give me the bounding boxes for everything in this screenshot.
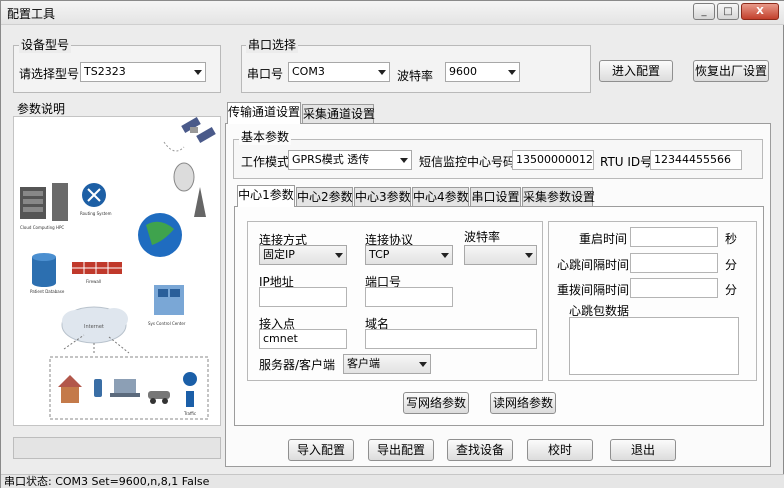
conn-mode-value: 固定IP	[263, 248, 295, 261]
chevron-down-icon	[508, 70, 516, 75]
read-network-params-button[interactable]: 读网络参数	[490, 392, 556, 414]
diagram-label-hpc: HPC	[56, 225, 64, 230]
serial-port-group-label: 串口选择	[246, 36, 299, 53]
model-select-label: 请选择型号	[19, 67, 80, 81]
chevron-down-icon	[525, 253, 533, 258]
sms-center-input[interactable]: 13500000012	[512, 150, 594, 170]
server-client-value: 客户端	[347, 357, 380, 370]
baud-select[interactable]: 9600	[445, 62, 520, 82]
redial-label: 重拨间隔时间	[557, 283, 630, 297]
title-bar: 配置工具 _ □ X	[1, 1, 784, 25]
diagram-label-internet: Internet	[84, 324, 104, 330]
window-title: 配置工具	[7, 7, 56, 21]
heartbeat-unit: 分	[725, 258, 738, 272]
chevron-down-icon	[194, 70, 202, 75]
server-client-select[interactable]: 客户端	[343, 354, 431, 374]
tab-serial-settings[interactable]: 串口设置	[470, 187, 521, 207]
diagram-label-traffic: Traffic	[183, 411, 196, 416]
satellite-icon	[181, 117, 216, 143]
model-select-value: TS2323	[84, 65, 126, 78]
server-client-label: 服务器/客户端	[259, 358, 336, 372]
work-mode-select[interactable]: GPRS模式 透传	[288, 150, 412, 170]
model-select[interactable]: TS2323	[80, 62, 206, 82]
chevron-down-icon	[419, 362, 427, 367]
enter-config-button[interactable]: 进入配置	[599, 60, 673, 82]
diagram-label-firewall: Firewall	[86, 279, 101, 284]
restart-label: 重启时间	[579, 232, 628, 246]
heartbeat-data-input[interactable]	[569, 317, 739, 375]
antenna-tower-icon	[173, 162, 206, 217]
config-tool-window: 配置工具 _ □ X 设备型号 请选择型号 TS2323 串口选择 串口号 CO…	[0, 0, 784, 488]
firewall-icon	[72, 262, 122, 274]
laptop-icon	[110, 379, 140, 397]
import-config-button[interactable]: 导入配置	[288, 439, 354, 461]
chevron-down-icon	[378, 70, 386, 75]
device-model-group-label: 设备型号	[19, 36, 72, 53]
redial-input[interactable]	[630, 278, 718, 298]
port-select-value: COM3	[292, 65, 325, 78]
factory-reset-button[interactable]: 恢复出厂设置	[693, 60, 769, 82]
car-icon	[148, 391, 170, 404]
apn-input[interactable]: cmnet	[259, 329, 347, 349]
control-center-icon	[154, 285, 184, 315]
port-label: 串口号	[247, 67, 284, 81]
diagram-label-control: Sys Control Center	[148, 321, 186, 326]
maximize-button[interactable]: □	[717, 3, 739, 20]
restart-unit: 秒	[725, 232, 738, 246]
network-diagram-illustration: Cloud Computing HPC Routing System Patie…	[20, 117, 216, 420]
chevron-down-icon	[335, 253, 343, 258]
network-diagram: Cloud Computing HPC Routing System Patie…	[13, 116, 221, 426]
rtu-id-input[interactable]: 12344455566	[650, 150, 742, 170]
params-desc-label: 参数说明	[17, 102, 66, 116]
tab-center1[interactable]: 中心1参数	[237, 185, 295, 207]
conn-mode-select[interactable]: 固定IP	[259, 245, 347, 265]
baud-select-value: 9600	[449, 65, 477, 78]
status-bar: 串口状态: COM3 Set=9600,n,8,1 False	[1, 474, 784, 488]
chevron-down-icon	[441, 253, 449, 258]
sms-center-label: 短信监控中心号码	[419, 155, 516, 169]
restart-input[interactable]	[630, 227, 718, 247]
basic-params-label: 基本参数	[239, 128, 292, 145]
tab-transmission-channel[interactable]: 传输通道设置	[227, 102, 301, 124]
diagram-label-cloud: Cloud Computing	[20, 225, 55, 230]
export-config-button[interactable]: 导出配置	[368, 439, 434, 461]
protocol-select[interactable]: TCP	[365, 245, 453, 265]
globe-icon	[138, 213, 182, 257]
find-device-button[interactable]: 查找设备	[447, 439, 513, 461]
work-mode-value: GPRS模式 透传	[292, 153, 370, 166]
tab-collection-params[interactable]: 采集参数设置	[522, 187, 595, 207]
tab-center4[interactable]: 中心4参数	[412, 187, 469, 207]
center-baud-select[interactable]	[464, 245, 537, 265]
write-network-params-button[interactable]: 写网络参数	[403, 392, 469, 414]
chevron-down-icon	[400, 158, 408, 163]
house-icon	[58, 375, 82, 403]
traffic-sign-icon	[183, 372, 197, 407]
redial-unit: 分	[725, 283, 738, 297]
heartbeat-input[interactable]	[630, 253, 718, 273]
diagram-label-patient: Patient Database	[30, 289, 65, 294]
phone-icon	[94, 379, 102, 397]
router-icon	[82, 183, 106, 207]
close-button[interactable]: X	[741, 3, 779, 20]
work-mode-label: 工作模式	[241, 155, 290, 169]
center-baud-label: 波特率	[464, 230, 501, 244]
baud-label: 波特率	[397, 69, 434, 83]
heartbeat-label: 心跳间隔时间	[557, 258, 630, 272]
tab-center2[interactable]: 中心2参数	[296, 187, 353, 207]
domain-input[interactable]	[365, 329, 537, 349]
exit-button[interactable]: 退出	[610, 439, 676, 461]
diagram-label-routing: Routing System	[80, 211, 112, 216]
tab-collection-channel[interactable]: 采集通道设置	[302, 104, 375, 124]
port-number-input[interactable]	[365, 287, 453, 307]
minimize-button[interactable]: _	[693, 3, 715, 20]
rtu-id-label: RTU ID号	[600, 155, 653, 169]
ip-input[interactable]	[259, 287, 347, 307]
progress-strip	[13, 437, 221, 459]
tab-center3[interactable]: 中心3参数	[354, 187, 411, 207]
calibrate-time-button[interactable]: 校时	[527, 439, 593, 461]
port-select[interactable]: COM3	[288, 62, 390, 82]
server-rack-icon	[20, 183, 68, 221]
database-icon	[32, 253, 56, 287]
protocol-value: TCP	[369, 248, 390, 261]
